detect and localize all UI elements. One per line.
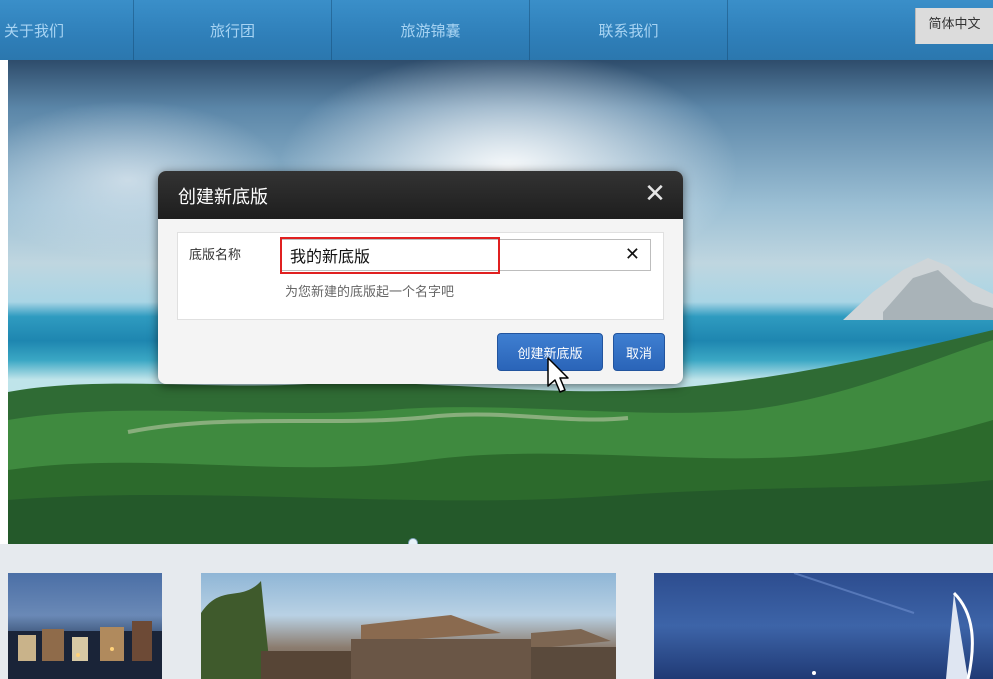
thumbnail-city-night[interactable] [8,573,162,679]
dialog-form: 底版名称 ✕ 为您新建的底版起一个名字吧 [177,232,664,320]
dialog-title: 创建新底版 [178,187,268,208]
language-selector[interactable]: 简体中文 [915,8,993,44]
template-name-label: 底版名称 [189,248,242,263]
nav-item-about[interactable]: 关于我们 [0,0,133,60]
nav-item-contact[interactable]: 联系我们 [529,0,727,60]
template-name-input[interactable] [282,240,650,270]
village-image [201,581,616,679]
top-nav: 关于我们 旅行团 旅游锦囊 联系我们 简体中文 [0,0,993,60]
thumbnail-village[interactable] [201,573,616,679]
city-skyline-image [8,621,162,679]
template-name-hint: 为您新建的底版起一个名字吧 [285,285,455,300]
dubai-tower-image [793,573,974,679]
template-name-field[interactable]: ✕ [281,239,651,271]
cancel-button[interactable]: 取消 [613,333,665,371]
pointer-cursor-icon [547,357,569,393]
nav-item-empty [727,0,915,60]
clear-icon[interactable]: ✕ [625,243,640,267]
nav-item-tours[interactable]: 旅行团 [133,0,331,60]
create-template-dialog: 创建新底版 ✕ 底版名称 ✕ 为您新建的底版起一个名字吧 创建新底版 取消 [158,171,683,384]
close-icon[interactable]: ✕ [643,180,667,208]
thumbnail-dubai[interactable] [654,573,993,679]
nav-item-tips[interactable]: 旅游锦囊 [331,0,529,60]
dialog-header: 创建新底版 ✕ [158,171,683,219]
